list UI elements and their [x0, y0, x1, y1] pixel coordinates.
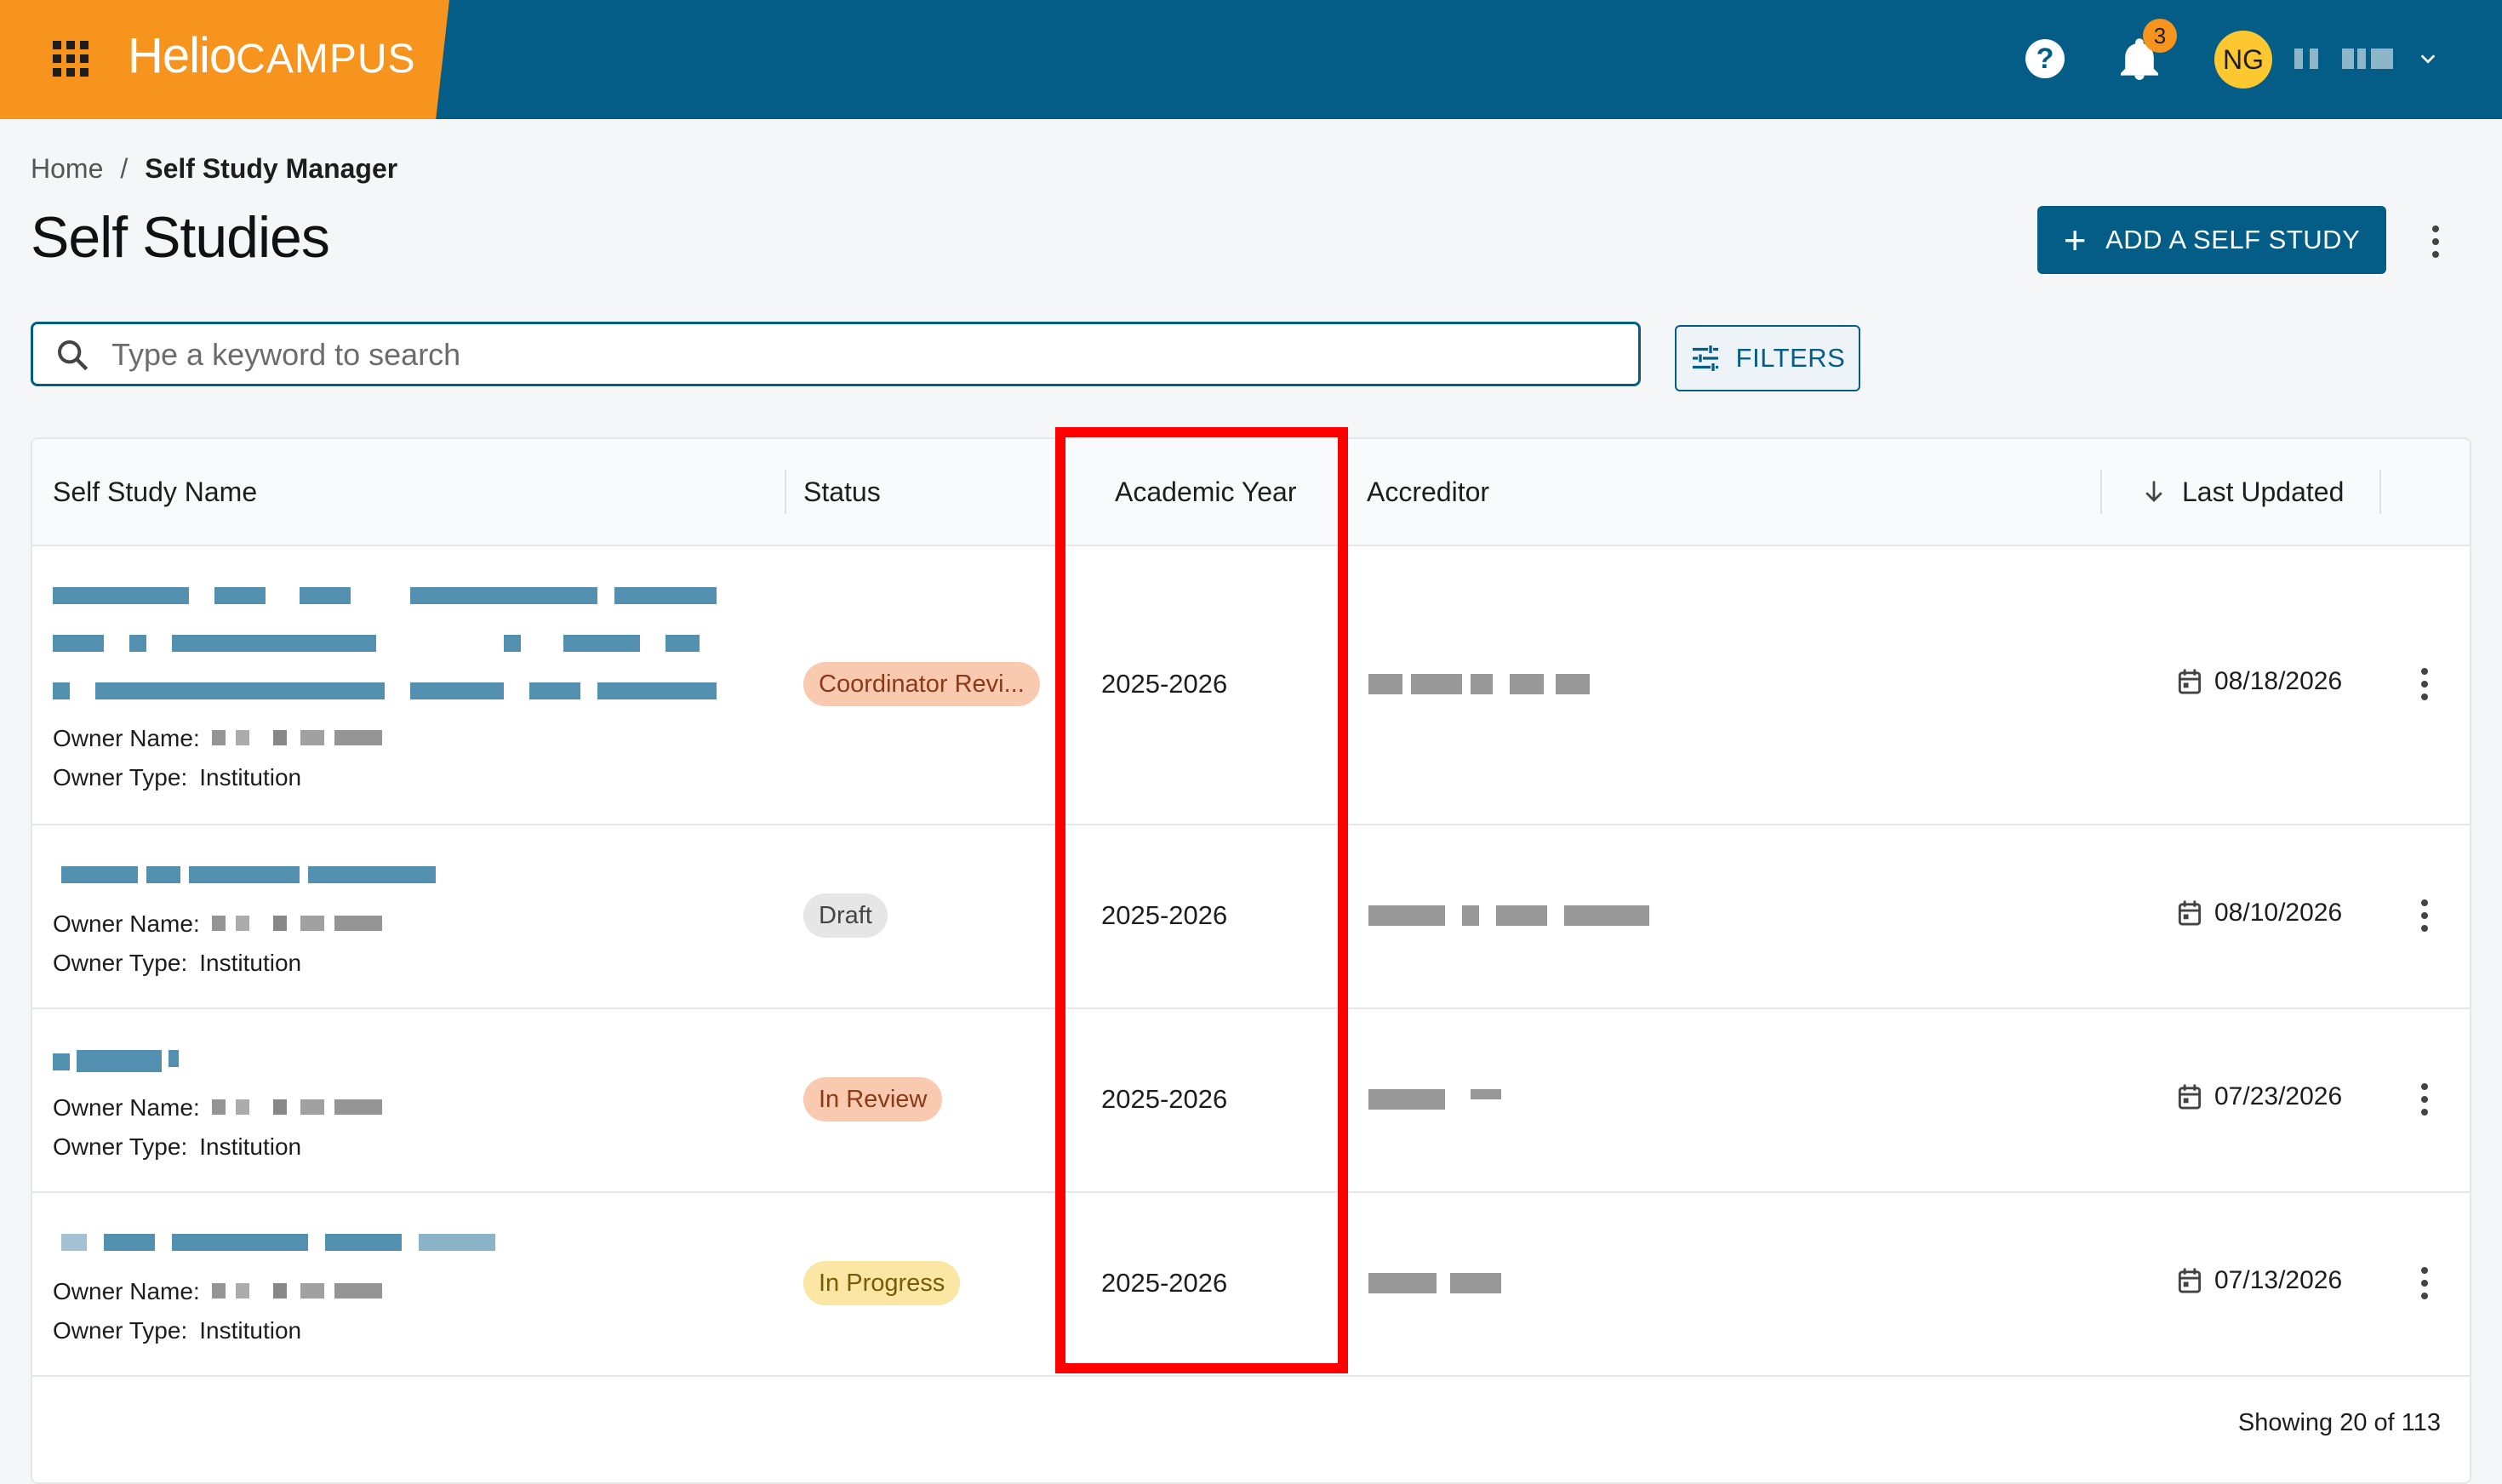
column-divider[interactable]: [2100, 470, 2102, 514]
owner-name-line: Owner Name:: [53, 910, 382, 938]
accreditor-redacted: [1368, 905, 1658, 926]
last-updated-date: 08/18/2026: [2214, 667, 2343, 695]
breadcrumb-separator: /: [120, 153, 129, 184]
table-row[interactable]: Owner Name: Owner Type: Institution Coor…: [32, 545, 2470, 825]
logo-sub: CAMPUS: [236, 37, 416, 82]
status-badge: In Progress: [803, 1261, 961, 1305]
owner-name-redacted: [211, 1283, 382, 1298]
filters-button[interactable]: FILTERS: [1675, 325, 1860, 391]
owner-name-label: Owner Name:: [53, 1094, 200, 1121]
breadcrumb-home[interactable]: Home: [31, 153, 103, 185]
notification-badge: 3: [2143, 19, 2177, 53]
column-divider[interactable]: [2379, 470, 2381, 514]
accreditor-redacted: [1368, 674, 1590, 694]
column-header-status[interactable]: Status: [803, 439, 881, 545]
more-vertical-icon[interactable]: [2420, 1266, 2429, 1300]
owner-type-value: Institution: [199, 1133, 302, 1160]
owner-name-label: Owner Name:: [53, 1278, 200, 1304]
self-study-name-redacted[interactable]: [53, 1234, 495, 1251]
status-badge: Coordinator Revi...: [803, 662, 1040, 706]
table-header: Self Study Name Status Academic Year Acc…: [32, 439, 2470, 546]
self-study-name-redacted[interactable]: [53, 587, 734, 706]
more-vertical-icon[interactable]: [2432, 225, 2439, 259]
filters-label: FILTERS: [1735, 343, 1846, 373]
apps-grid-icon[interactable]: [53, 41, 89, 77]
owner-type-label: Owner Type:: [53, 950, 188, 976]
calendar-icon: [2178, 900, 2202, 926]
table-row[interactable]: Owner Name: Owner Type: Institution In P…: [32, 1191, 2470, 1377]
self-study-name-redacted[interactable]: [53, 866, 436, 885]
chevron-down-icon[interactable]: [2419, 49, 2437, 68]
owner-type-line: Owner Type: Institution: [53, 764, 301, 791]
column-header-last-updated[interactable]: Last Updated: [2143, 439, 2344, 545]
user-avatar[interactable]: NG: [2214, 31, 2272, 88]
owner-type-value: Institution: [199, 764, 302, 791]
owner-name-redacted: [211, 1099, 382, 1115]
accreditor-redacted: [1368, 1273, 1505, 1293]
owner-name-redacted: [211, 730, 382, 745]
more-vertical-icon[interactable]: [2420, 899, 2429, 933]
last-updated: 08/18/2026: [2177, 667, 2342, 696]
more-vertical-icon[interactable]: [2420, 1082, 2429, 1116]
brand-area: Helio CAMPUS: [0, 0, 449, 119]
column-header-accreditor[interactable]: Accreditor: [1367, 439, 1489, 545]
owner-type-value: Institution: [199, 1317, 302, 1344]
owner-name-redacted: [211, 916, 382, 931]
breadcrumb-current: Self Study Manager: [145, 153, 398, 184]
last-updated: 08/10/2026: [2177, 899, 2342, 928]
calendar-icon: [2178, 669, 2202, 694]
column-header-name[interactable]: Self Study Name: [53, 439, 257, 545]
plus-icon: +: [2063, 218, 2088, 262]
self-study-name-redacted[interactable]: [53, 1050, 189, 1072]
self-studies-table: Self Study Name Status Academic Year Acc…: [31, 437, 2471, 1484]
search-input[interactable]: [110, 324, 1628, 385]
academic-year: 2025-2026: [1101, 669, 1228, 699]
arrow-down-icon: [2145, 481, 2162, 502]
last-updated: 07/13/2026: [2177, 1266, 2342, 1295]
add-self-study-button[interactable]: + ADD A SELF STUDY: [2037, 206, 2386, 274]
academic-year: 2025-2026: [1101, 1268, 1228, 1298]
user-name-redacted[interactable]: [2294, 49, 2393, 69]
top-bar: Helio CAMPUS ? 3 NG: [0, 0, 2502, 119]
filter-sliders-icon: [1692, 345, 1718, 371]
owner-name-line: Owner Name:: [53, 1094, 382, 1122]
owner-type-label: Owner Type:: [53, 1133, 188, 1160]
academic-year: 2025-2026: [1101, 900, 1228, 930]
owner-type-line: Owner Type: Institution: [53, 1133, 301, 1161]
search-icon: [58, 340, 89, 371]
pagination-count: Showing 20 of 113: [2237, 1409, 2441, 1436]
owner-type-line: Owner Type: Institution: [53, 950, 301, 977]
column-divider[interactable]: [785, 470, 786, 514]
more-vertical-icon[interactable]: [2420, 667, 2429, 701]
calendar-icon: [2178, 1268, 2202, 1293]
breadcrumb: Home / Self Study Manager: [31, 153, 397, 185]
table-row[interactable]: Owner Name: Owner Type: Institution In R…: [32, 1007, 2470, 1193]
owner-name-line: Owner Name:: [53, 725, 382, 752]
owner-type-value: Institution: [199, 950, 302, 976]
last-updated-label: Last Updated: [2182, 476, 2345, 507]
page-title: Self Studies: [31, 205, 330, 270]
logo-main: Helio: [128, 28, 237, 83]
last-updated-date: 07/13/2026: [2214, 1266, 2343, 1294]
status-badge: Draft: [803, 893, 888, 938]
search-box: [31, 322, 1641, 386]
owner-name-label: Owner Name:: [53, 910, 200, 937]
calendar-icon: [2178, 1084, 2202, 1110]
owner-type-label: Owner Type:: [53, 1317, 188, 1344]
owner-name-line: Owner Name:: [53, 1278, 382, 1305]
status-badge: In Review: [803, 1077, 943, 1122]
academic-year: 2025-2026: [1101, 1084, 1228, 1114]
owner-name-label: Owner Name:: [53, 725, 200, 751]
last-updated-date: 08/10/2026: [2214, 899, 2343, 927]
owner-type-label: Owner Type:: [53, 764, 188, 791]
help-icon[interactable]: ?: [2025, 39, 2065, 78]
column-header-academic-year[interactable]: Academic Year: [1115, 439, 1296, 545]
last-updated: 07/23/2026: [2177, 1082, 2342, 1111]
add-button-label: ADD A SELF STUDY: [2105, 225, 2361, 254]
owner-type-line: Owner Type: Institution: [53, 1317, 301, 1344]
table-row[interactable]: Owner Name: Owner Type: Institution Draf…: [32, 824, 2470, 1009]
heliocampus-logo[interactable]: Helio CAMPUS: [128, 27, 416, 92]
last-updated-date: 07/23/2026: [2214, 1082, 2343, 1110]
accreditor-redacted: [1368, 1089, 1505, 1110]
